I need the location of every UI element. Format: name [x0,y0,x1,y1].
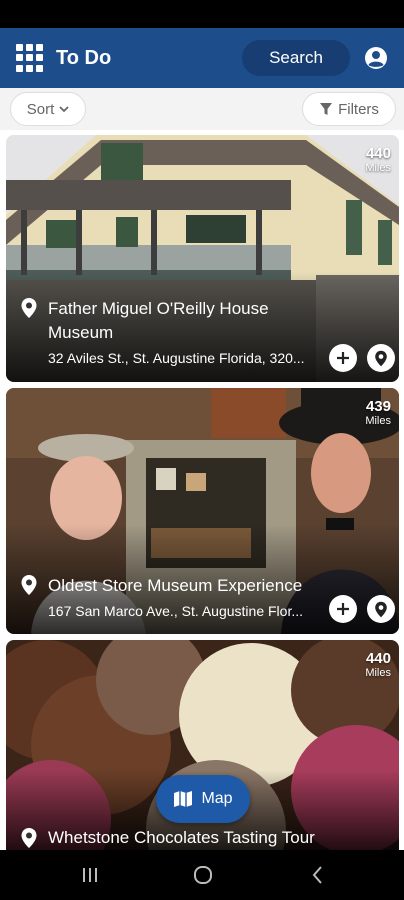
funnel-icon [320,103,333,115]
distance-value: 440 [365,650,391,667]
directions-button[interactable] [367,344,395,372]
search-button[interactable]: Search [242,40,350,76]
distance-unit: Miles [365,162,391,174]
plus-icon [337,352,349,364]
grid-menu-icon[interactable] [16,44,44,72]
app-bar: To Do Search [0,28,404,88]
distance-value: 439 [365,398,391,415]
card-title: Oldest Store Museum Experience [48,576,303,595]
distance-badge: 440 Miles [365,650,391,679]
location-pin-icon [21,828,37,848]
location-pin-icon [375,350,387,366]
plus-icon [337,603,349,615]
distance-unit: Miles [365,667,391,679]
list-item[interactable]: 440 Miles Father Miguel O'Reilly House M… [6,135,399,382]
list-item[interactable]: 439 Miles Oldest Store Museum Experience… [6,388,399,634]
sort-button[interactable]: Sort [10,92,86,126]
add-button[interactable] [329,595,357,623]
map-icon [174,791,193,807]
distance-value: 440 [365,145,391,162]
page-title: To Do [56,47,112,69]
distance-unit: Miles [365,415,391,427]
chevron-down-icon [59,106,69,113]
distance-badge: 439 Miles [365,398,391,427]
distance-badge: 440 Miles [365,145,391,174]
map-label: Map [201,790,233,807]
card-address: 167 San Marco Ave., St. Augustine Flor..… [48,603,304,619]
recent-apps-icon[interactable] [78,863,102,887]
status-bar [0,0,404,28]
location-pin-icon [375,601,387,617]
sort-label: Sort [26,100,55,118]
location-pin-icon [21,298,37,318]
map-button[interactable]: Map [156,775,250,823]
back-icon[interactable] [306,863,330,887]
filter-bar: Sort Filters [0,88,404,130]
card-title: Father Miguel O'Reilly House Museum [48,299,269,342]
add-button[interactable] [329,344,357,372]
filters-button[interactable]: Filters [302,92,396,126]
card-title: Whetstone Chocolates Tasting Tour [48,828,315,847]
directions-button[interactable] [367,595,395,623]
home-icon[interactable] [191,863,215,887]
card-address: 32 Aviles St., St. Augustine Florida, 32… [48,350,305,366]
filters-label: Filters [338,100,379,118]
location-pin-icon [21,575,37,595]
account-circle-icon[interactable] [364,46,388,70]
system-nav-bar [0,850,404,900]
